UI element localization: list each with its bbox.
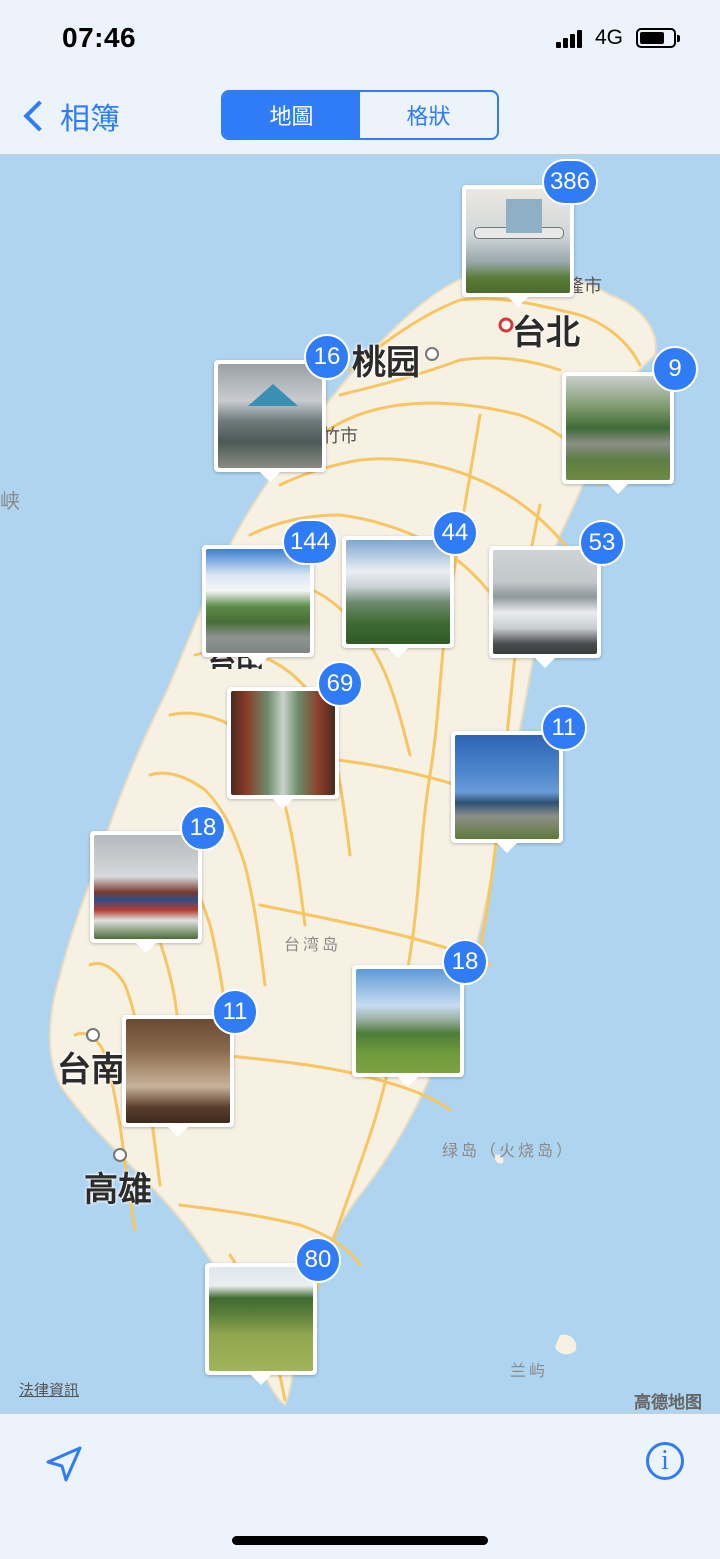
tainan-marker xyxy=(86,1028,100,1042)
map-provider-logo: 高德地图 xyxy=(634,1393,702,1412)
taipei-marker xyxy=(498,317,514,333)
photo-count-badge: 144 xyxy=(281,519,338,565)
photo-thumbnail-airplane xyxy=(466,189,570,293)
map-view[interactable]: 峡 台北 桃园 隆市 竹市 台中 台湾岛 绿岛（火烧岛） 兰屿 台南 高雄 38… xyxy=(0,155,720,1413)
home-indicator xyxy=(232,1536,488,1545)
nav-bar: 相簿 地圖 格狀 xyxy=(0,80,720,155)
status-bar: 07:46 4G xyxy=(0,0,720,80)
photo-thumbnail-cows-pasture xyxy=(209,1267,313,1371)
photo-count-badge: 69 xyxy=(317,661,363,707)
battery-icon xyxy=(636,28,680,48)
photo-count-badge: 11 xyxy=(541,705,587,751)
city-taoyuan: 桃园 xyxy=(352,344,420,382)
legal-info-link[interactable]: 法律資訊 xyxy=(19,1379,79,1400)
photo-thumbnail-bathroom xyxy=(126,1019,230,1123)
city-taipei: 台北 xyxy=(512,314,580,352)
photo-count-badge: 44 xyxy=(432,510,478,556)
photo-thumbnail-grassland-pavilion xyxy=(356,969,460,1073)
photo-thumbnail-suspension-bridge xyxy=(231,691,335,795)
photo-count-badge: 11 xyxy=(212,989,258,1035)
photo-thumbnail-coastal-rocks xyxy=(455,735,559,839)
photo-cluster[interactable]: 9 xyxy=(562,346,698,494)
lanyu-label: 兰屿 xyxy=(510,1363,549,1380)
photo-cluster[interactable]: 44 xyxy=(342,510,478,658)
strait-label: 峡 xyxy=(0,491,20,513)
segment-map[interactable]: 地圖 xyxy=(223,92,360,138)
photo-count-badge: 386 xyxy=(541,159,598,205)
photo-cluster[interactable]: 69 xyxy=(227,661,363,809)
ludao-label: 绿岛（火烧岛） xyxy=(442,1143,576,1160)
photo-count-badge: 18 xyxy=(442,939,488,985)
photo-cluster[interactable]: 16 xyxy=(214,334,350,482)
photo-cluster[interactable]: 80 xyxy=(205,1237,341,1385)
photo-cluster[interactable]: 53 xyxy=(489,520,625,668)
photo-thumbnail-temple xyxy=(94,835,198,939)
bottom-toolbar: i xyxy=(0,1413,720,1559)
taoyuan-marker xyxy=(425,347,439,361)
back-button[interactable]: 相簿 xyxy=(20,96,120,136)
city-kaohsiung: 高雄 xyxy=(84,1171,152,1209)
photo-thumbnail-mountain-clouds xyxy=(206,549,310,653)
photo-thumbnail-mountain-valley xyxy=(346,540,450,644)
back-label: 相簿 xyxy=(60,103,120,136)
photo-count-badge: 53 xyxy=(579,520,625,566)
network-type: 4G xyxy=(595,26,624,49)
photo-count-badge: 18 xyxy=(180,805,226,851)
photo-count-badge: 16 xyxy=(304,334,350,380)
photo-thumbnail-sea-waves xyxy=(493,550,597,654)
photo-thumbnail-coastal-market xyxy=(566,376,670,480)
hsinchu-label: 竹市 xyxy=(322,426,358,446)
segment-grid[interactable]: 格狀 xyxy=(360,92,497,138)
photo-cluster[interactable]: 18 xyxy=(352,939,488,1087)
city-tainan: 台南 xyxy=(57,1051,125,1089)
photo-count-badge: 80 xyxy=(295,1237,341,1283)
photo-cluster[interactable]: 18 xyxy=(90,805,226,953)
view-segmented-control: 地圖 格狀 xyxy=(221,90,499,140)
chevron-left-icon xyxy=(23,100,55,132)
info-icon[interactable]: i xyxy=(646,1442,684,1480)
photo-count-badge: 9 xyxy=(652,346,698,392)
location-arrow-icon[interactable] xyxy=(44,1444,84,1484)
photo-thumbnail-visitor-center xyxy=(218,364,322,468)
kaohsiung-marker xyxy=(113,1148,127,1162)
photo-cluster[interactable]: 386 xyxy=(462,159,598,307)
photo-cluster[interactable]: 144 xyxy=(202,519,338,667)
island-label: 台湾岛 xyxy=(284,937,342,954)
photo-cluster[interactable]: 11 xyxy=(122,989,258,1137)
signal-icon xyxy=(556,30,586,48)
photo-cluster[interactable]: 11 xyxy=(451,705,587,853)
status-time: 07:46 xyxy=(62,22,137,53)
